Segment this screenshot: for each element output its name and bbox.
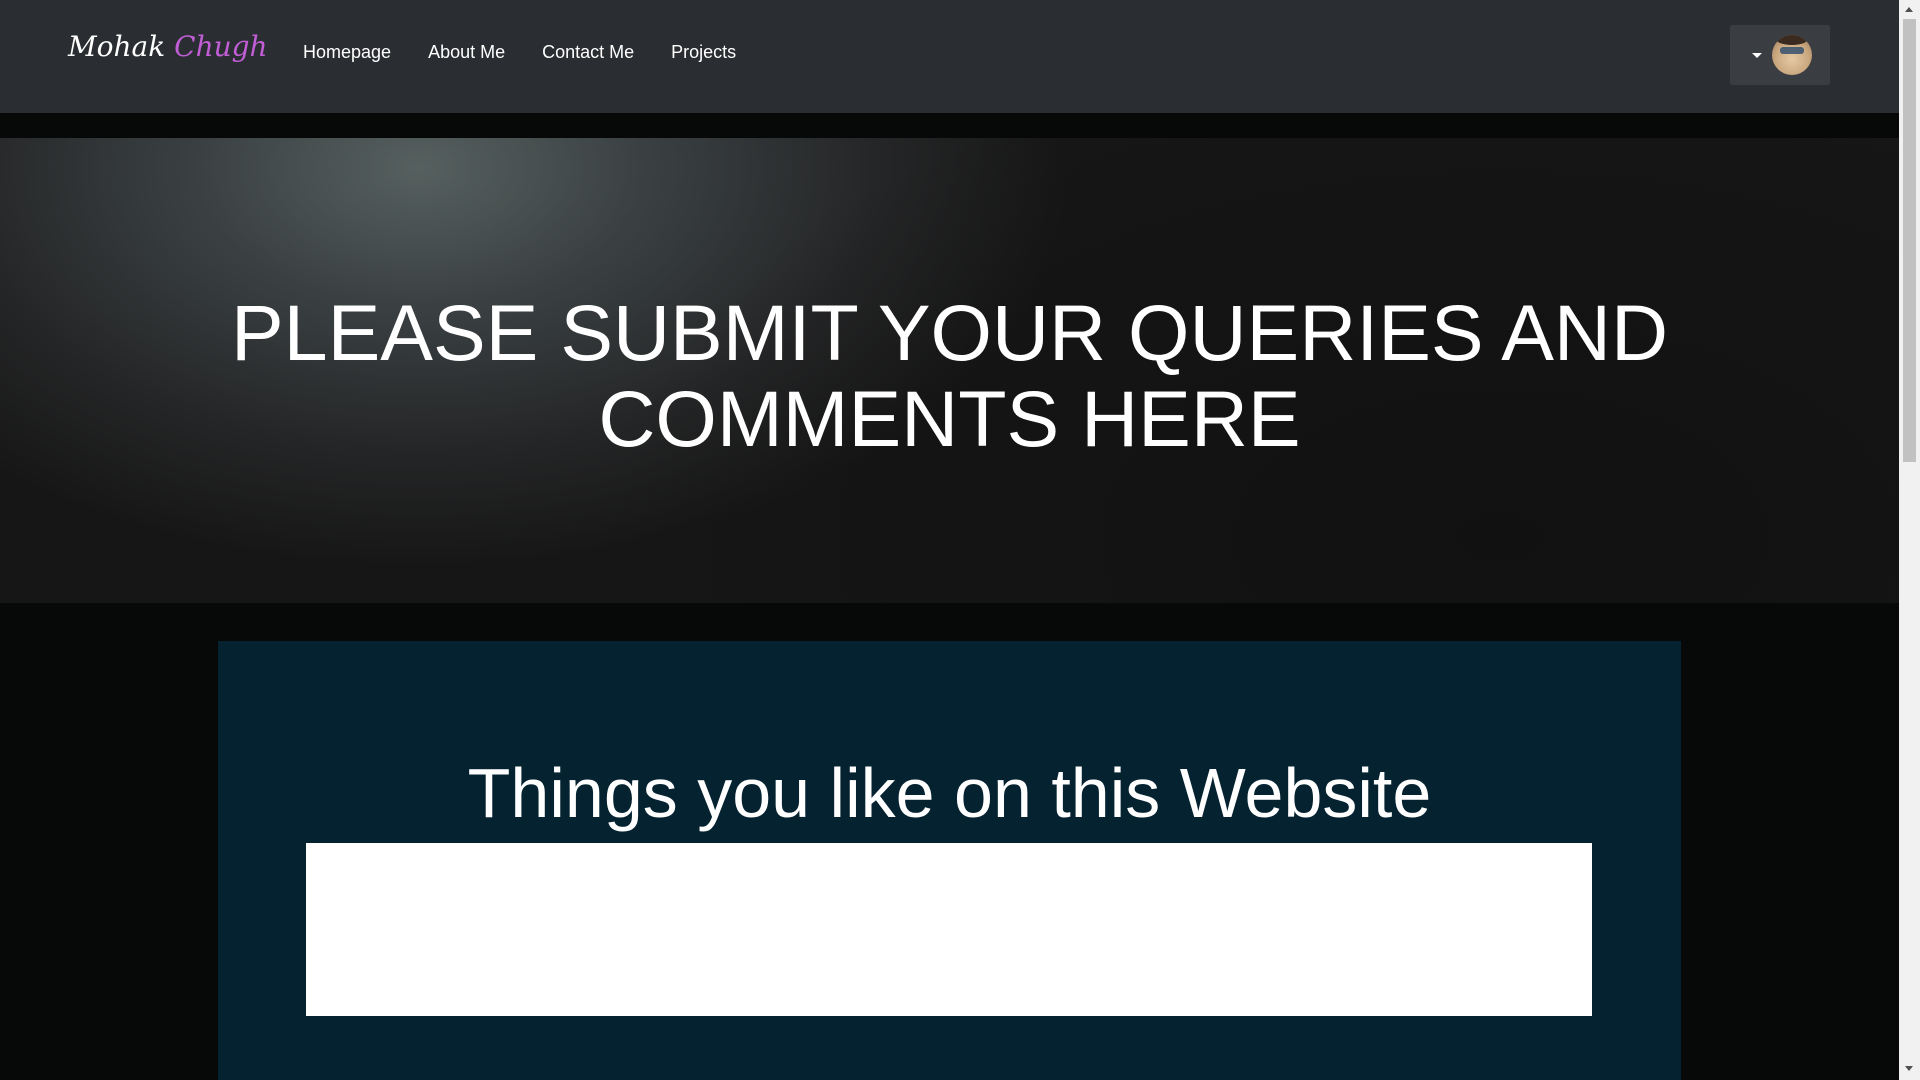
caret-down-icon — [1752, 53, 1762, 58]
vertical-scrollbar[interactable] — [1899, 0, 1920, 1080]
scroll-up-arrow-icon[interactable] — [1905, 7, 1913, 12]
nav-link-homepage[interactable]: Homepage — [303, 42, 391, 63]
nav-link-about-me[interactable]: About Me — [428, 42, 505, 63]
hero-banner: PLEASE SUBMIT YOUR QUERIES AND COMMENTS … — [0, 138, 1899, 603]
navbar: Mohak Chugh Homepage About Me Contact Me… — [0, 0, 1899, 113]
likes-textarea[interactable] — [306, 843, 1592, 1016]
user-menu-dropdown[interactable] — [1730, 25, 1830, 85]
nav-links: Homepage About Me Contact Me Projects — [303, 42, 773, 63]
brand-last-name: Chugh — [174, 30, 268, 63]
scrollbar-thumb[interactable] — [1903, 19, 1916, 462]
feedback-form-panel: Things you like on this Website — [218, 641, 1681, 1080]
brand-logo[interactable]: Mohak Chugh — [68, 30, 268, 63]
user-avatar — [1772, 35, 1812, 75]
likes-heading: Things you like on this Website — [467, 754, 1432, 832]
brand-first-name: Mohak — [68, 30, 166, 63]
nav-link-projects[interactable]: Projects — [671, 42, 736, 63]
page: Mohak Chugh Homepage About Me Contact Me… — [0, 0, 1899, 1080]
nav-link-contact-me[interactable]: Contact Me — [542, 42, 634, 63]
hero-title: PLEASE SUBMIT YOUR QUERIES AND COMMENTS … — [230, 288, 1669, 463]
scroll-down-arrow-icon[interactable] — [1905, 1066, 1913, 1071]
